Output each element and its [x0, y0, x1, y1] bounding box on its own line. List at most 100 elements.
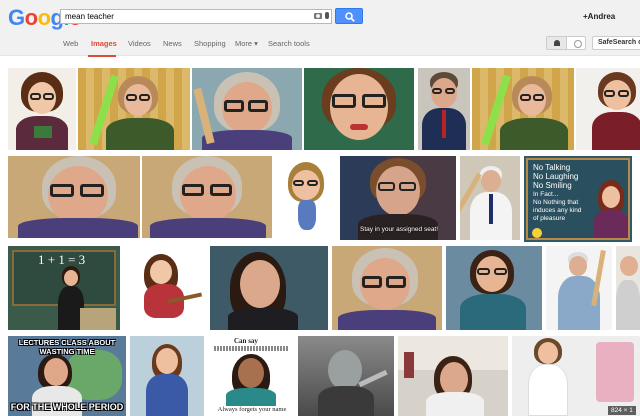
image-result[interactable]: Can say Always forgets your name: [208, 336, 294, 416]
search-input[interactable]: [63, 10, 303, 23]
sign-line: No Smiling: [533, 181, 572, 190]
glasses-shape: [477, 268, 490, 275]
tab-shopping[interactable]: Shopping: [194, 39, 226, 48]
glasses-shape: [533, 94, 544, 101]
face-shape: [64, 270, 78, 286]
glasses-shape: [362, 276, 382, 288]
image-result[interactable]: [472, 68, 574, 150]
glasses-shape: [182, 184, 204, 196]
microphone-icon[interactable]: [325, 12, 329, 19]
person-icon[interactable]: [547, 37, 567, 49]
tab-videos[interactable]: Videos: [128, 39, 151, 48]
image-result[interactable]: LECTURES CLASS ABOUT WASTING TIME FOR TH…: [8, 336, 126, 416]
image-result[interactable]: [276, 156, 336, 238]
search-box: [60, 9, 332, 24]
mouth-shape: [350, 124, 368, 130]
image-result[interactable]: [210, 246, 328, 330]
body-shape: [150, 218, 266, 238]
fine-print-shape: [214, 346, 288, 351]
image-result[interactable]: [446, 246, 542, 330]
glasses-shape: [332, 94, 356, 108]
safesearch-button[interactable]: SafeSearch o: [592, 36, 640, 50]
image-result[interactable]: [418, 68, 470, 150]
glasses-shape: [618, 90, 629, 97]
tab-images[interactable]: Images: [91, 39, 117, 48]
body-shape: [202, 130, 292, 150]
face-shape: [44, 358, 68, 386]
tab-news[interactable]: News: [163, 39, 182, 48]
image-result[interactable]: 1 + 1 = 3: [8, 246, 120, 330]
glasses-shape: [224, 100, 244, 112]
image-result[interactable]: [332, 246, 442, 330]
tab-more[interactable]: More ▾: [235, 39, 258, 48]
body-shape: [594, 210, 628, 238]
glasses-shape: [126, 94, 137, 101]
face-shape: [538, 342, 558, 364]
search-button[interactable]: [335, 8, 363, 24]
image-result[interactable]: [142, 156, 272, 238]
tie-shape: [442, 110, 446, 138]
search-nav: Web Images Videos News Shopping More ▾ S…: [0, 28, 640, 57]
body-shape: [616, 280, 640, 330]
face-shape: [238, 358, 264, 388]
glasses-shape: [43, 93, 54, 100]
body-shape: [426, 392, 484, 416]
glasses-shape: [80, 184, 104, 197]
image-result[interactable]: [398, 336, 508, 416]
image-result[interactable]: No Talking No Laughing No Smiling In Fac…: [524, 156, 632, 242]
image-result[interactable]: [460, 156, 520, 240]
board-equation: 1 + 1 = 3: [38, 252, 86, 267]
tab-search-tools[interactable]: Search tools: [268, 39, 310, 48]
image-result[interactable]: [192, 68, 302, 150]
face-shape: [150, 260, 172, 284]
book-shape: [34, 126, 52, 138]
image-result[interactable]: Stay in your assigned seat!: [340, 156, 456, 240]
meme-top-text: Can say: [234, 337, 258, 345]
user-profile-link[interactable]: +Andrea: [583, 12, 615, 21]
image-result[interactable]: [130, 336, 204, 416]
body-shape: [338, 310, 436, 330]
glasses-shape: [604, 90, 615, 97]
glasses-shape: [307, 180, 318, 186]
image-result[interactable]: [576, 68, 640, 150]
body-shape: [298, 200, 316, 230]
glasses-shape: [399, 182, 416, 191]
body-shape: [592, 112, 640, 150]
smiley-shape: [532, 228, 542, 238]
camera-icon[interactable]: [314, 13, 322, 19]
body-shape: [500, 118, 568, 150]
body-shape: [228, 308, 298, 330]
image-dimensions-label: 824 × 1: [608, 406, 636, 415]
face-shape: [440, 362, 468, 396]
sign-line: induces any kind: [533, 207, 582, 214]
sign-line: In Fact...: [533, 191, 559, 198]
glasses-shape: [432, 88, 442, 94]
body-shape: [226, 388, 276, 406]
image-result[interactable]: [124, 246, 206, 330]
tab-web[interactable]: Web: [63, 39, 78, 48]
tie-shape: [489, 194, 493, 224]
body-shape: [528, 364, 568, 416]
face-shape: [328, 350, 362, 390]
image-result[interactable]: [298, 336, 394, 416]
image-caption: Stay in your assigned seat!: [360, 226, 439, 233]
image-result[interactable]: [616, 246, 640, 330]
face-shape: [240, 260, 280, 308]
view-toggle: [546, 36, 586, 50]
glasses-shape: [362, 94, 386, 108]
body-shape: [318, 386, 374, 416]
body-shape: [146, 374, 188, 416]
image-result[interactable]: [8, 156, 140, 238]
search-icon: [345, 12, 355, 22]
books-shape: [80, 308, 116, 330]
face-shape: [569, 256, 587, 276]
sign-line: of pleasure: [533, 215, 566, 222]
body-shape: [460, 294, 526, 330]
image-result[interactable]: [78, 68, 190, 150]
image-result[interactable]: 824 × 1: [512, 336, 640, 416]
image-result[interactable]: [8, 68, 76, 150]
image-result[interactable]: [546, 246, 612, 330]
glasses-shape: [494, 268, 507, 275]
glasses-shape: [30, 93, 41, 100]
image-result[interactable]: [304, 68, 414, 150]
